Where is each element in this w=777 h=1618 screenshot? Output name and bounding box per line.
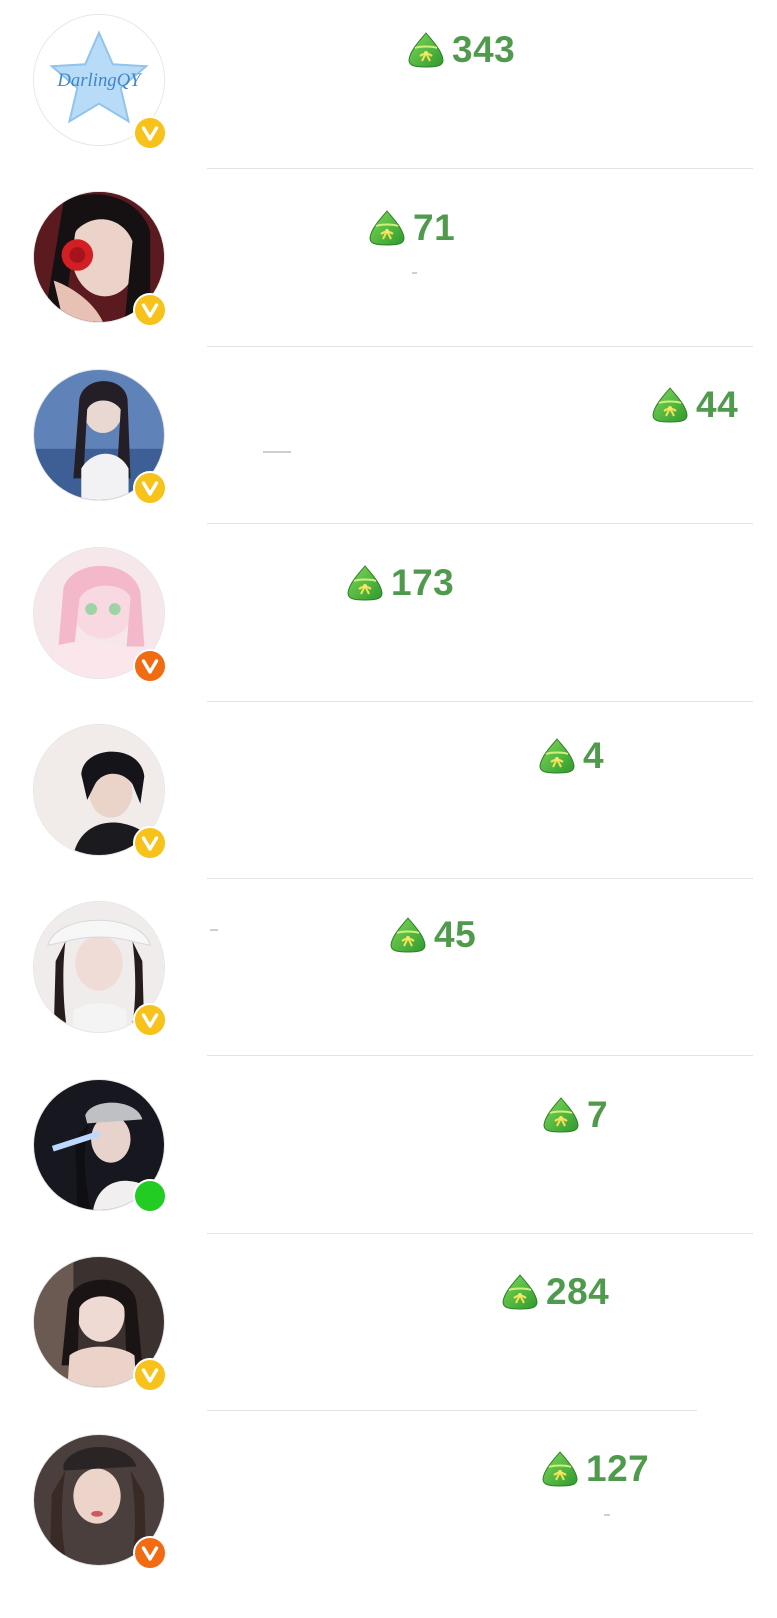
orange-v-badge xyxy=(133,649,167,683)
count-value: 71 xyxy=(413,207,456,248)
gold-v-badge xyxy=(133,116,167,150)
list-item[interactable]: 127 xyxy=(0,1420,777,1598)
list-item[interactable]: 45 xyxy=(0,887,777,1065)
zongzi-icon xyxy=(406,30,446,70)
divider xyxy=(207,523,753,524)
zongzi-icon xyxy=(650,385,690,425)
count-value: 44 xyxy=(696,384,739,425)
svg-text:DarlingQY: DarlingQY xyxy=(56,70,143,91)
list-item[interactable]: 4 xyxy=(0,710,777,888)
online-dot xyxy=(133,1179,167,1213)
speck xyxy=(263,451,291,453)
gift-count: 44 xyxy=(650,383,738,427)
gift-count: 127 xyxy=(540,1447,649,1491)
zongzi-icon xyxy=(388,915,428,955)
speck xyxy=(604,1514,610,1516)
zongzi-icon xyxy=(500,1272,540,1312)
list-item[interactable]: 7 xyxy=(0,1065,777,1243)
count-value: 7 xyxy=(587,1094,609,1135)
speck xyxy=(210,929,218,931)
zongzi-icon xyxy=(537,736,577,776)
divider xyxy=(207,1410,697,1411)
count-value: 127 xyxy=(586,1448,650,1489)
gold-v-badge xyxy=(133,471,167,505)
count-value: 4 xyxy=(583,735,605,776)
divider xyxy=(207,701,753,702)
count-value: 343 xyxy=(452,29,516,70)
list-item[interactable]: 173 xyxy=(0,533,777,711)
zongzi-icon xyxy=(541,1095,581,1135)
speck xyxy=(412,272,417,274)
gold-v-badge xyxy=(133,1003,167,1037)
supporter-list: DarlingQY 343 71 44 173 4 45 7 284 127 xyxy=(0,0,777,1618)
gift-count: 284 xyxy=(500,1270,609,1314)
list-item[interactable]: DarlingQY 343 xyxy=(0,0,777,178)
divider xyxy=(207,1233,753,1234)
list-item[interactable]: 71 xyxy=(0,177,777,355)
divider xyxy=(207,878,753,879)
divider xyxy=(207,1055,753,1056)
gift-count: 45 xyxy=(388,913,476,957)
count-value: 284 xyxy=(546,1271,610,1312)
gold-v-badge xyxy=(133,826,167,860)
list-item[interactable]: 284 xyxy=(0,1242,777,1420)
gift-count: 71 xyxy=(367,206,455,250)
gift-count: 173 xyxy=(345,561,454,605)
zongzi-icon xyxy=(540,1449,580,1489)
divider xyxy=(207,346,753,347)
gold-v-badge xyxy=(133,1358,167,1392)
gold-v-badge xyxy=(133,293,167,327)
zongzi-icon xyxy=(345,563,385,603)
gift-count: 7 xyxy=(541,1093,608,1137)
gift-count: 4 xyxy=(537,734,604,778)
list-item[interactable]: 44 xyxy=(0,355,777,533)
divider xyxy=(207,168,753,169)
orange-v-badge xyxy=(133,1536,167,1570)
gift-count: 343 xyxy=(406,28,515,72)
count-value: 173 xyxy=(391,562,455,603)
count-value: 45 xyxy=(434,914,477,955)
zongzi-icon xyxy=(367,208,407,248)
